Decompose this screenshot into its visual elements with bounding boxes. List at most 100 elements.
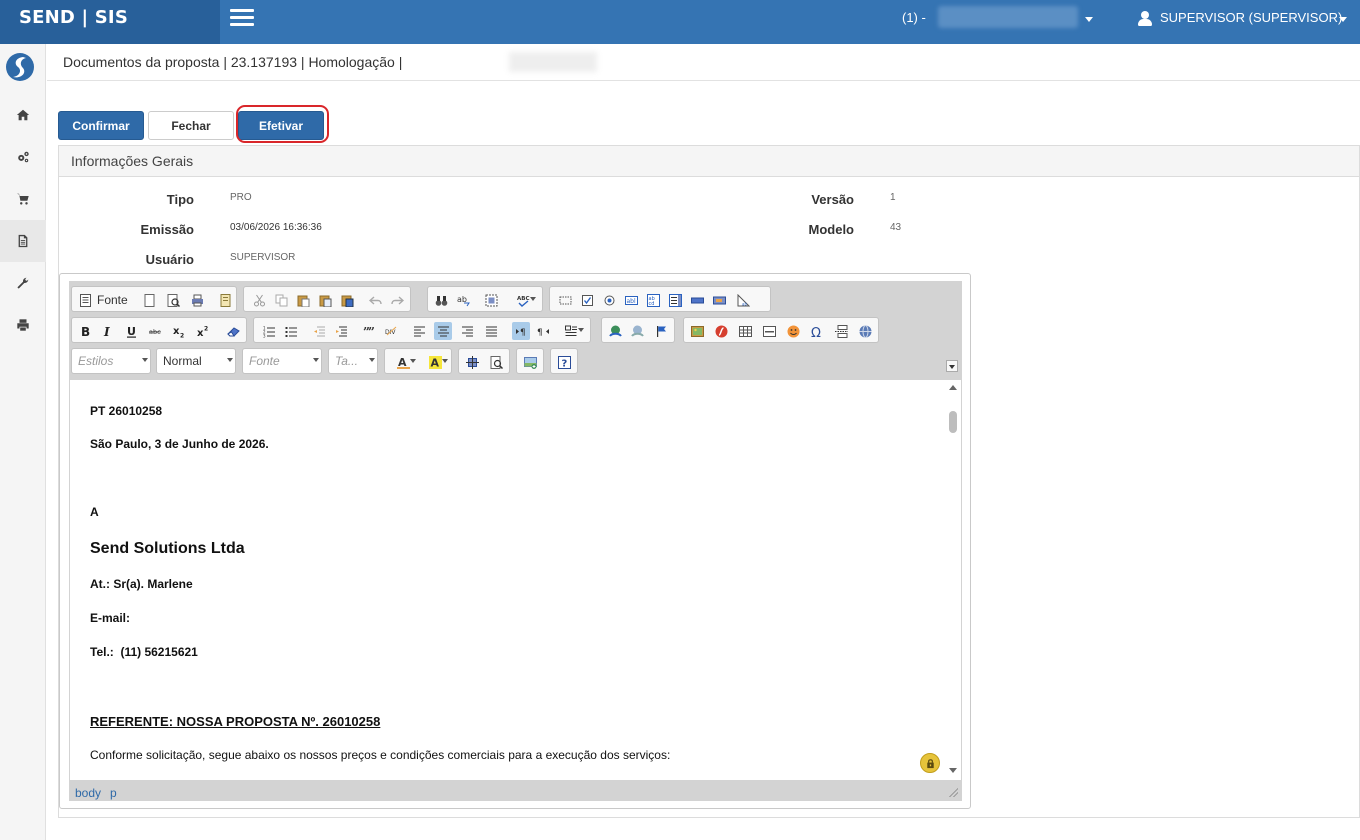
confirm-button[interactable]: Confirmar	[58, 111, 144, 140]
sidebar-item-print[interactable]	[0, 304, 46, 346]
anchor-button[interactable]	[652, 322, 670, 340]
paste-button[interactable]	[294, 291, 312, 309]
find-button[interactable]	[432, 291, 450, 309]
scroll-down-icon[interactable]	[949, 768, 957, 773]
replace-button[interactable]: ab	[454, 291, 472, 309]
horizontal-rule-button[interactable]	[760, 322, 778, 340]
form-button[interactable]	[556, 291, 574, 309]
redo-button[interactable]	[388, 291, 406, 309]
modelo-value: 43	[890, 222, 902, 233]
blockquote-button[interactable]: ””	[360, 322, 378, 340]
unlink-button[interactable]	[628, 322, 646, 340]
text-rtl-button[interactable]: ¶	[534, 322, 552, 340]
text-ltr-button[interactable]: ¶	[512, 322, 530, 340]
numbered-list-button[interactable]: 123	[260, 322, 278, 340]
styles-select[interactable]: Estilos	[71, 348, 151, 374]
textarea-button[interactable]: ab cd	[644, 291, 662, 309]
align-left-button[interactable]	[410, 322, 428, 340]
copy-button[interactable]	[272, 291, 290, 309]
sidebar-item-settings[interactable]	[0, 136, 46, 178]
path-item-body[interactable]: body	[75, 786, 101, 800]
strikethrough-button[interactable]: abc	[146, 322, 164, 340]
superscript-button[interactable]: x2	[194, 322, 212, 340]
select-all-button[interactable]	[482, 291, 500, 309]
print-button[interactable]	[188, 291, 206, 309]
flash-button[interactable]	[712, 322, 730, 340]
italic-button[interactable]: I	[98, 322, 116, 340]
chevron-down-icon[interactable]	[1339, 17, 1347, 22]
bulleted-list-button[interactable]	[282, 322, 300, 340]
svg-text:abl: abl	[626, 298, 635, 305]
new-page-button[interactable]	[140, 291, 158, 309]
link-button[interactable]	[606, 322, 624, 340]
resize-handle[interactable]	[948, 787, 958, 797]
app-brand[interactable]: SEND | SIS	[0, 0, 220, 44]
hidden-field-button[interactable]: ab	[734, 291, 752, 309]
company-logo-icon[interactable]	[5, 52, 35, 82]
show-blocks-button[interactable]	[487, 353, 505, 371]
doc-subject: REFERENTE: NOSSA PROPOSTA Nº. 26010258	[90, 714, 381, 729]
sidebar-item-tools[interactable]	[0, 262, 46, 304]
text-color-button[interactable]: A	[389, 353, 417, 371]
format-select[interactable]: Normal	[156, 348, 236, 374]
undo-button[interactable]	[366, 291, 384, 309]
company-select[interactable]: (1) -	[902, 10, 926, 26]
underline-button[interactable]: U	[122, 322, 140, 340]
remove-format-button[interactable]	[224, 322, 242, 340]
page-break-button[interactable]	[832, 322, 850, 340]
special-char-button[interactable]: Ω	[808, 322, 826, 340]
radio-button[interactable]	[600, 291, 618, 309]
sidebar-item-documents[interactable]	[0, 220, 46, 262]
text-field-button[interactable]: abl	[622, 291, 640, 309]
editor-content-area[interactable]: PT 26010258 São Paulo, 3 de Junho de 202…	[70, 380, 961, 780]
templates-button[interactable]	[216, 291, 234, 309]
create-div-button[interactable]: DIV	[382, 322, 400, 340]
button-field-button[interactable]	[688, 291, 706, 309]
path-item-p[interactable]: p	[110, 786, 117, 800]
close-button[interactable]: Fechar	[148, 111, 234, 140]
editor-scrollbar[interactable]	[945, 380, 961, 780]
bg-color-button[interactable]: A	[421, 353, 449, 371]
lock-icon[interactable]	[920, 753, 940, 773]
usuario-value: SUPERVISOR	[230, 252, 296, 263]
preview-button[interactable]	[164, 291, 182, 309]
outdent-button[interactable]	[310, 322, 328, 340]
iframe-button[interactable]	[856, 322, 874, 340]
chevron-down-icon[interactable]	[1085, 17, 1093, 22]
smiley-button[interactable]	[784, 322, 802, 340]
select-field-button[interactable]	[666, 291, 684, 309]
align-center-button[interactable]	[434, 322, 452, 340]
scroll-thumb[interactable]	[949, 411, 957, 433]
maximize-button[interactable]	[463, 353, 481, 371]
image-button-button[interactable]	[710, 291, 728, 309]
menu-toggle-icon[interactable]	[230, 9, 254, 27]
insert-image-button[interactable]	[521, 353, 539, 371]
source-button[interactable]	[76, 291, 94, 309]
paste-text-button[interactable]	[316, 291, 334, 309]
collapse-toolbar-button[interactable]	[946, 360, 958, 372]
italic-icon: I	[103, 325, 110, 338]
breadcrumb: Documentos da proposta | 23.137193 | Hom…	[63, 54, 403, 70]
user-menu[interactable]: SUPERVISOR (SUPERVISOR)	[1138, 9, 1342, 27]
scroll-up-icon[interactable]	[949, 385, 957, 390]
toolbar-group-links	[601, 317, 675, 343]
cut-button[interactable]	[250, 291, 268, 309]
paste-word-button[interactable]	[338, 291, 356, 309]
spellcheck-button[interactable]: ABC	[510, 291, 536, 309]
bold-button[interactable]: B	[76, 322, 94, 340]
font-select[interactable]: Fonte	[242, 348, 322, 374]
checkbox-button[interactable]	[578, 291, 596, 309]
toolbar-group-forms: abl ab cd ab	[549, 286, 771, 312]
toolbar-group-insert: Ω	[683, 317, 879, 343]
table-button[interactable]	[736, 322, 754, 340]
sidebar-item-sales[interactable]	[0, 178, 46, 220]
source-label[interactable]: Fonte	[97, 293, 128, 307]
subscript-button[interactable]: x2	[170, 322, 188, 340]
sidebar-item-home[interactable]	[0, 94, 46, 136]
align-right-button[interactable]	[458, 322, 476, 340]
justify-button[interactable]	[482, 322, 500, 340]
indent-button[interactable]	[332, 322, 350, 340]
language-button[interactable]	[558, 322, 584, 340]
help-button[interactable]: ?	[555, 353, 573, 371]
image-button[interactable]	[688, 322, 706, 340]
